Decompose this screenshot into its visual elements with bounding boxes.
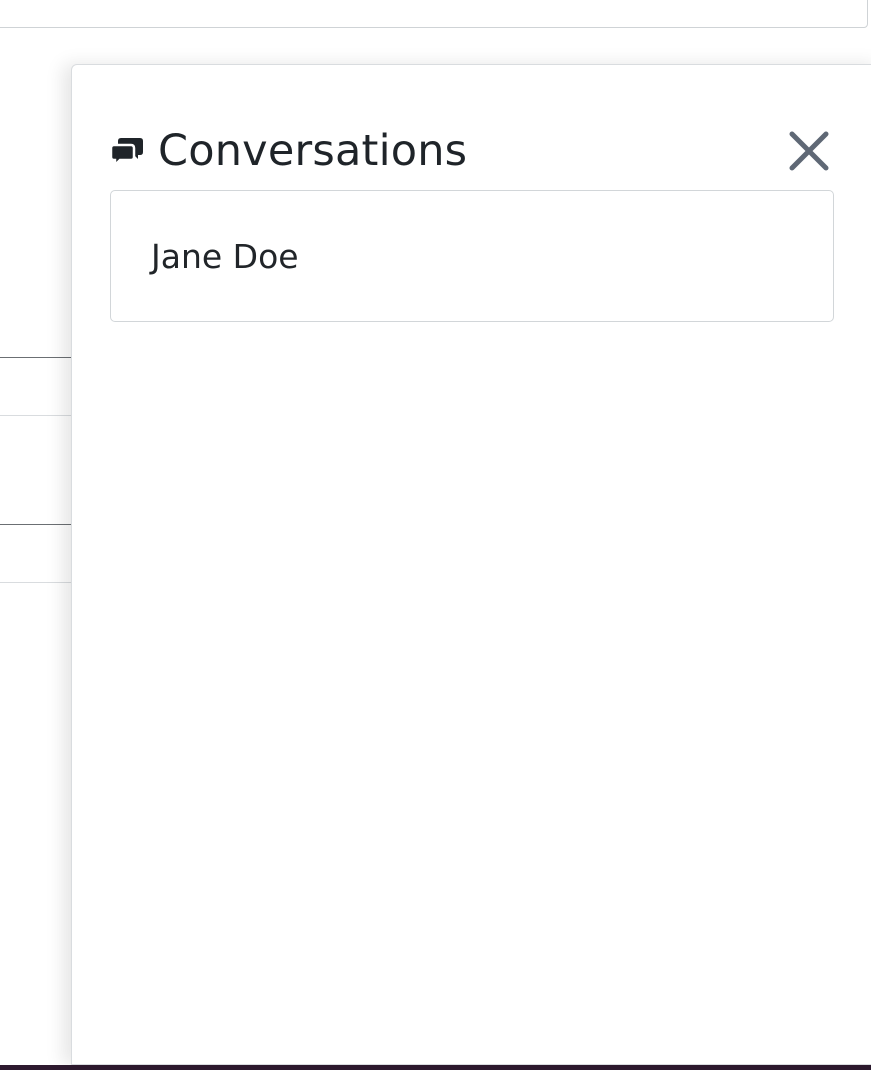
close-icon bbox=[788, 130, 830, 172]
background-divider bbox=[0, 582, 72, 583]
panel-title-group: Conversations bbox=[110, 125, 468, 176]
background-footer-bar bbox=[0, 1065, 871, 1070]
background-divider bbox=[0, 357, 72, 358]
panel-header: Conversations bbox=[110, 121, 832, 181]
conversation-list: Jane Doe bbox=[110, 190, 834, 322]
conversations-panel: Conversations Jane Doe bbox=[71, 64, 871, 1065]
background-divider bbox=[0, 524, 72, 525]
conversation-item[interactable]: Jane Doe bbox=[110, 190, 834, 322]
background-input bbox=[0, 0, 868, 28]
close-button[interactable] bbox=[786, 128, 832, 174]
panel-title: Conversations bbox=[158, 125, 468, 176]
screen: Conversations Jane Doe bbox=[0, 0, 871, 1070]
chat-bubbles-icon bbox=[110, 134, 144, 168]
background-divider bbox=[0, 415, 72, 416]
conversation-name: Jane Doe bbox=[151, 236, 299, 276]
